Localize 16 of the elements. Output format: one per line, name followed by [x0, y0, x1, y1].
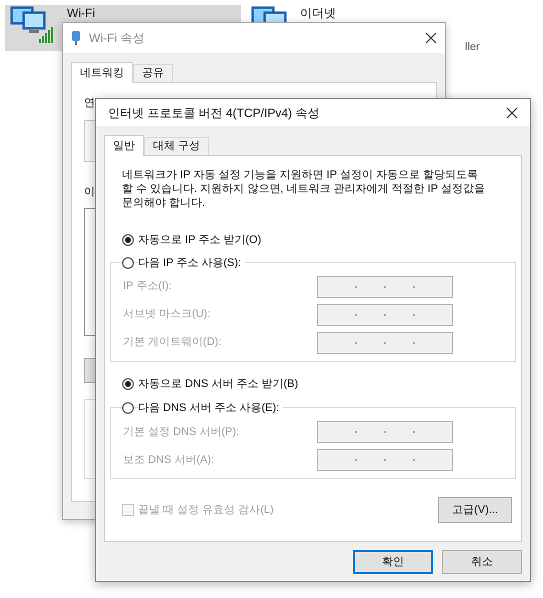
radio-label: 다음 DNS 서버 주소 사용(E):	[138, 400, 284, 416]
section-label: 연	[84, 96, 95, 111]
field-label: 보조 DNS 서버(A):	[123, 452, 214, 468]
adapter-name: 이더넷	[300, 5, 337, 21]
field-label: IP 주소(I):	[123, 279, 172, 294]
radio-label: 다음 IP 주소 사용(S):	[138, 254, 246, 271]
checkbox-label: 끝낼 때 설정 유효성 검사(L)	[138, 502, 274, 518]
adapter-detail: ller	[465, 40, 480, 55]
description-text: 네트워크가 IP 자동 설정 기능을 지원하면 IP 설정이 자동으로 할당되도록 할 수 있습니다. 지원하지 않으면, 네트워크 관리자에게 적절한 IP 설정값을 문의해야 합니다.	[121, 168, 486, 210]
field-label: 기본 설정 DNS 서버(P):	[123, 424, 240, 440]
field-label: 서브넷 마스크(U):	[123, 307, 210, 322]
field-label: 기본 게이트웨이(D):	[123, 335, 222, 350]
window-title: Wi-Fi 속성	[89, 30, 146, 47]
adapter-name: Wi-Fi	[67, 5, 95, 21]
window-title: 인터넷 프로토콜 버전 4(TCP/IPv4) 속성	[108, 104, 320, 122]
section-label: 이	[84, 184, 95, 200]
